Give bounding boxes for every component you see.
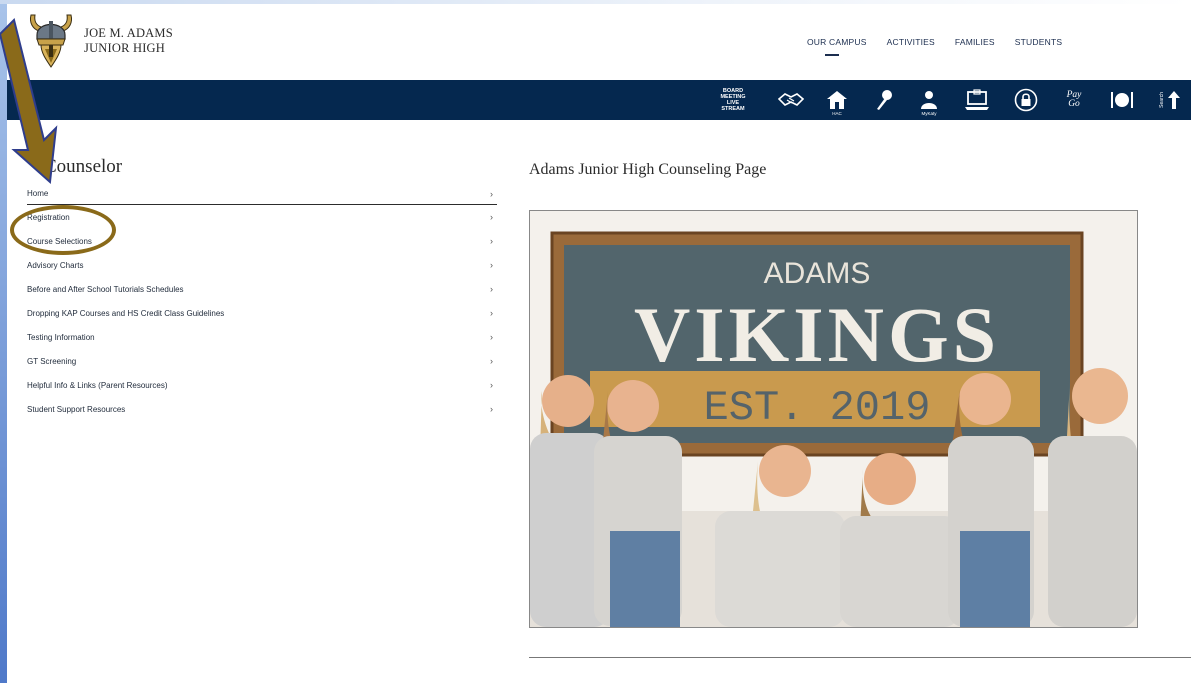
pay-go-icon[interactable]: Pay Go xyxy=(1061,87,1087,113)
pushpin-icon[interactable] xyxy=(873,87,895,113)
counselors-photo: ADAMS VIKINGS EST. 2019 xyxy=(529,210,1138,628)
hac-home-icon[interactable]: HAC xyxy=(825,87,849,116)
mykaty-label: MyKaty xyxy=(921,111,937,116)
annotation-arrow-icon xyxy=(0,18,58,185)
chevron-right-icon: › xyxy=(490,212,493,222)
sidebar-item-tutorials-schedules[interactable]: Before and After School Tutorials Schedu… xyxy=(27,277,497,301)
sidebar-item-advisory-charts[interactable]: Advisory Charts › xyxy=(27,253,497,277)
board-meeting-livestream-icon[interactable]: BOARD MEETING LIVE STREAM xyxy=(717,87,749,113)
sign-vikings-text: VIKINGS xyxy=(634,291,1000,378)
chevron-right-icon: › xyxy=(490,380,493,390)
handshake-icon[interactable] xyxy=(777,87,805,113)
sidebar-item-label: Before and After School Tutorials Schedu… xyxy=(27,284,184,294)
chevron-right-icon: › xyxy=(490,308,493,318)
nav-families[interactable]: FAMILIES xyxy=(955,37,995,47)
counselors-photo-illustration: ADAMS VIKINGS EST. 2019 xyxy=(530,211,1137,627)
sidebar-item-label: GT Screening xyxy=(27,356,77,366)
hac-label: HAC xyxy=(832,111,842,116)
livestream-line4: STREAM xyxy=(721,106,745,112)
nav-activities[interactable]: ACTIVITIES xyxy=(887,37,935,47)
chevron-right-icon: › xyxy=(490,260,493,270)
search-label: Search xyxy=(1159,92,1165,108)
chevron-right-icon: › xyxy=(490,356,493,366)
laptop-icon[interactable] xyxy=(963,87,991,113)
lock-icon[interactable] xyxy=(1013,87,1039,113)
sidebar-item-label: Testing Information xyxy=(27,332,95,342)
sidebar-item-label: Student Support Resources xyxy=(27,404,126,414)
sidebar-item-student-support[interactable]: Student Support Resources › xyxy=(27,397,497,421)
chevron-right-icon: › xyxy=(490,284,493,294)
dining-plate-icon[interactable] xyxy=(1109,87,1135,113)
chevron-right-icon: › xyxy=(490,236,493,246)
nav-our-campus[interactable]: OUR CAMPUS xyxy=(807,37,867,56)
content-divider xyxy=(529,657,1191,658)
chevron-right-icon: › xyxy=(490,332,493,342)
sign-adams-text: ADAMS xyxy=(764,257,871,290)
top-navigation: OUR CAMPUS ACTIVITIES FAMILIES STUDENTS xyxy=(807,37,1062,56)
go-label: Go xyxy=(1068,99,1080,109)
sidebar-item-label: Helpful Info & Links (Parent Resources) xyxy=(27,380,168,390)
sidebar-item-parent-resources[interactable]: Helpful Info & Links (Parent Resources) … xyxy=(27,373,497,397)
page-title: Adams Junior High Counseling Page xyxy=(529,161,767,178)
sidebar-item-dropping-kap-courses[interactable]: Dropping KAP Courses and HS Credit Class… xyxy=(27,301,497,325)
sign-est-text: EST. 2019 xyxy=(704,384,931,432)
chevron-right-icon: › xyxy=(490,404,493,414)
sidebar-item-gt-screening[interactable]: GT Screening › xyxy=(27,349,497,373)
top-edge-stripe xyxy=(0,0,1191,4)
nav-students[interactable]: STUDENTS xyxy=(1015,37,1062,47)
mykaty-person-icon[interactable]: MyKaty xyxy=(917,87,941,116)
search-sidebar-icon[interactable]: Search xyxy=(1155,87,1185,113)
sidebar-item-testing-information[interactable]: Testing Information › xyxy=(27,325,497,349)
annotation-highlight-oval xyxy=(10,205,116,255)
chevron-right-icon: › xyxy=(490,189,493,199)
quick-links-bar: BOARD MEETING LIVE STREAM HAC MyKaty Pay… xyxy=(7,80,1191,120)
sidebar-item-label: Dropping KAP Courses and HS Credit Class… xyxy=(27,308,225,318)
sidebar-item-label: Advisory Charts xyxy=(27,260,84,270)
